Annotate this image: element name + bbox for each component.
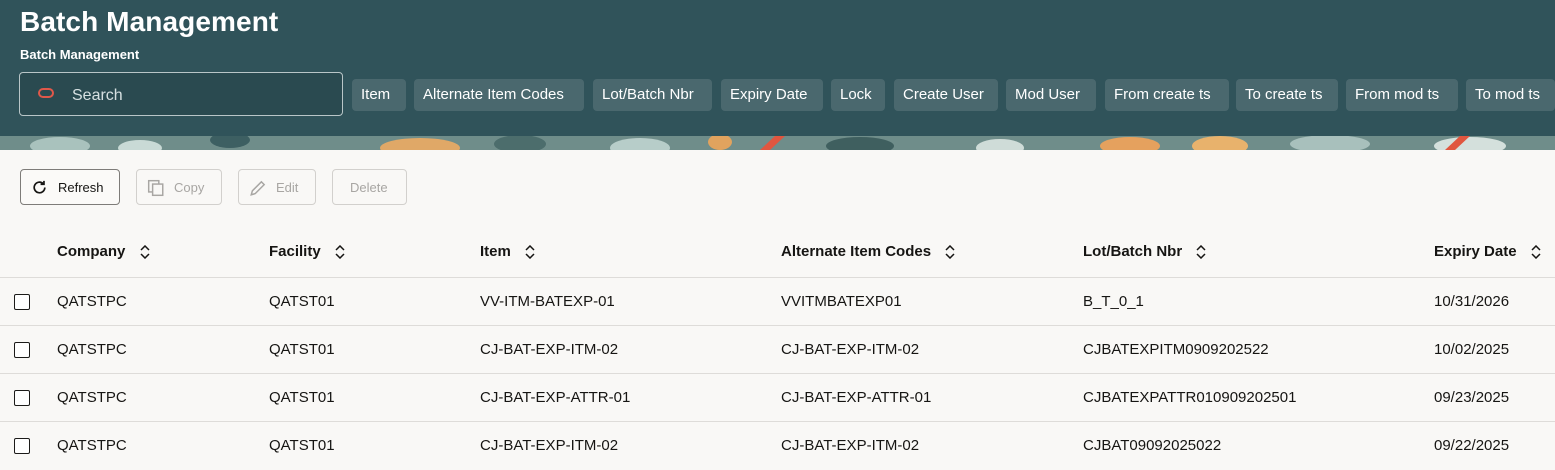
- cell-item: CJ-BAT-EXP-ITM-02: [480, 437, 619, 454]
- decorative-banner: [0, 136, 1555, 150]
- filter-chip-mod-user[interactable]: Mod User: [1006, 79, 1096, 111]
- cell-expiry-date: 09/23/2025: [1434, 389, 1510, 406]
- sort-icon: [139, 245, 150, 260]
- column-header-facility[interactable]: Facility: [269, 243, 345, 260]
- filter-chip-to-mod-ts[interactable]: To mod ts: [1466, 79, 1555, 111]
- column-header-label: Company: [57, 243, 126, 260]
- cell-item: CJ-BAT-EXP-ATTR-01: [480, 389, 631, 406]
- cell-item: CJ-BAT-EXP-ITM-02: [480, 341, 619, 358]
- edit-button[interactable]: Edit: [238, 169, 316, 205]
- delete-button[interactable]: Delete: [332, 169, 407, 205]
- row-checkbox[interactable]: [14, 294, 30, 310]
- cell-facility: QATST01: [269, 389, 335, 406]
- row-checkbox[interactable]: [14, 438, 30, 454]
- cell-expiry-date: 09/22/2025: [1434, 437, 1510, 454]
- cell-alternate-item-codes: CJ-BAT-EXP-ITM-02: [781, 437, 920, 454]
- sort-icon: [335, 245, 345, 260]
- filter-chip-from-create-ts[interactable]: From create ts: [1105, 79, 1229, 111]
- delete-label: Delete: [350, 180, 388, 195]
- column-header-item[interactable]: Item: [480, 243, 535, 260]
- page-header: Batch Management Batch Management Search…: [0, 0, 1555, 150]
- filter-chip-create-user[interactable]: Create User: [894, 79, 998, 111]
- table-row[interactable]: QATSTPC QATST01 CJ-BAT-EXP-ATTR-01 CJ-BA…: [0, 374, 1555, 422]
- row-checkbox[interactable]: [14, 390, 30, 406]
- row-checkbox[interactable]: [14, 342, 30, 358]
- cell-alternate-item-codes: CJ-BAT-EXP-ITM-02: [781, 341, 920, 358]
- column-header-label: Expiry Date: [1434, 243, 1517, 260]
- cell-company: QATSTPC: [57, 293, 127, 310]
- pencil-icon: [250, 180, 266, 196]
- cell-lot-batch-nbr: CJBATEXPITM0909202522: [1083, 341, 1269, 358]
- column-header-lot-batch-nbr[interactable]: Lot/Batch Nbr: [1083, 243, 1206, 260]
- cell-facility: QATST01: [269, 437, 335, 454]
- refresh-label: Refresh: [58, 180, 104, 195]
- copy-button[interactable]: Copy: [136, 169, 222, 205]
- column-header-label: Lot/Batch Nbr: [1083, 243, 1183, 260]
- page-title: Batch Management: [20, 6, 279, 37]
- copy-icon: [147, 179, 164, 197]
- filter-chip-item[interactable]: Item: [352, 79, 406, 111]
- column-header-company[interactable]: Company: [57, 243, 150, 260]
- edit-label: Edit: [276, 180, 299, 195]
- cell-lot-batch-nbr: CJBAT09092025022: [1083, 437, 1222, 454]
- search-input[interactable]: Search: [19, 72, 343, 116]
- cell-alternate-item-codes: VVITMBATEXP01: [781, 293, 902, 310]
- cell-company: QATSTPC: [57, 437, 127, 454]
- table-row[interactable]: QATSTPC QATST01 CJ-BAT-EXP-ITM-02 CJ-BAT…: [0, 422, 1555, 470]
- search-placeholder: Search: [72, 87, 123, 104]
- refresh-icon: [33, 180, 46, 194]
- cell-lot-batch-nbr: B_T_0_1: [1083, 293, 1144, 310]
- column-header-label: Alternate Item Codes: [781, 243, 932, 260]
- cell-alternate-item-codes: CJ-BAT-EXP-ATTR-01: [781, 389, 932, 406]
- sort-icon: [945, 245, 955, 260]
- filter-chip-lock[interactable]: Lock: [831, 79, 885, 111]
- table-row[interactable]: QATSTPC QATST01 CJ-BAT-EXP-ITM-02 CJ-BAT…: [0, 326, 1555, 374]
- cell-lot-batch-nbr: CJBATEXPATTR010909202501: [1083, 389, 1297, 406]
- column-header-label: Item: [480, 243, 511, 260]
- filter-chip-expiry-date[interactable]: Expiry Date: [721, 79, 823, 111]
- cell-expiry-date: 10/31/2026: [1434, 293, 1510, 310]
- column-header-label: Facility: [269, 243, 321, 260]
- copy-label: Copy: [174, 180, 205, 195]
- sort-icon: [525, 245, 535, 260]
- sort-icon: [1196, 245, 1206, 260]
- oracle-icon: [38, 88, 54, 98]
- table-header: Company Facility Item Alternate Item Cod…: [0, 228, 1555, 278]
- cell-company: QATSTPC: [57, 389, 127, 406]
- filter-chip-alternate-item-codes[interactable]: Alternate Item Codes: [414, 79, 584, 111]
- cell-item: VV-ITM-BATEXP-01: [480, 293, 615, 310]
- column-header-alternate-item-codes[interactable]: Alternate Item Codes: [781, 243, 955, 260]
- column-header-expiry-date[interactable]: Expiry Date: [1434, 243, 1541, 260]
- refresh-button[interactable]: Refresh: [20, 169, 120, 205]
- filter-chip-to-create-ts[interactable]: To create ts: [1236, 79, 1338, 111]
- table-row[interactable]: QATSTPC QATST01 VV-ITM-BATEXP-01 VVITMBA…: [0, 278, 1555, 326]
- cell-facility: QATST01: [269, 341, 335, 358]
- filter-chip-from-mod-ts[interactable]: From mod ts: [1346, 79, 1458, 111]
- filter-chip-lot-batch-nbr[interactable]: Lot/Batch Nbr: [593, 79, 712, 111]
- cell-company: QATSTPC: [57, 341, 127, 358]
- sort-icon: [1531, 245, 1541, 260]
- cell-expiry-date: 10/02/2025: [1434, 341, 1510, 358]
- cell-facility: QATST01: [269, 293, 335, 310]
- page-subtitle: Batch Management: [20, 47, 140, 62]
